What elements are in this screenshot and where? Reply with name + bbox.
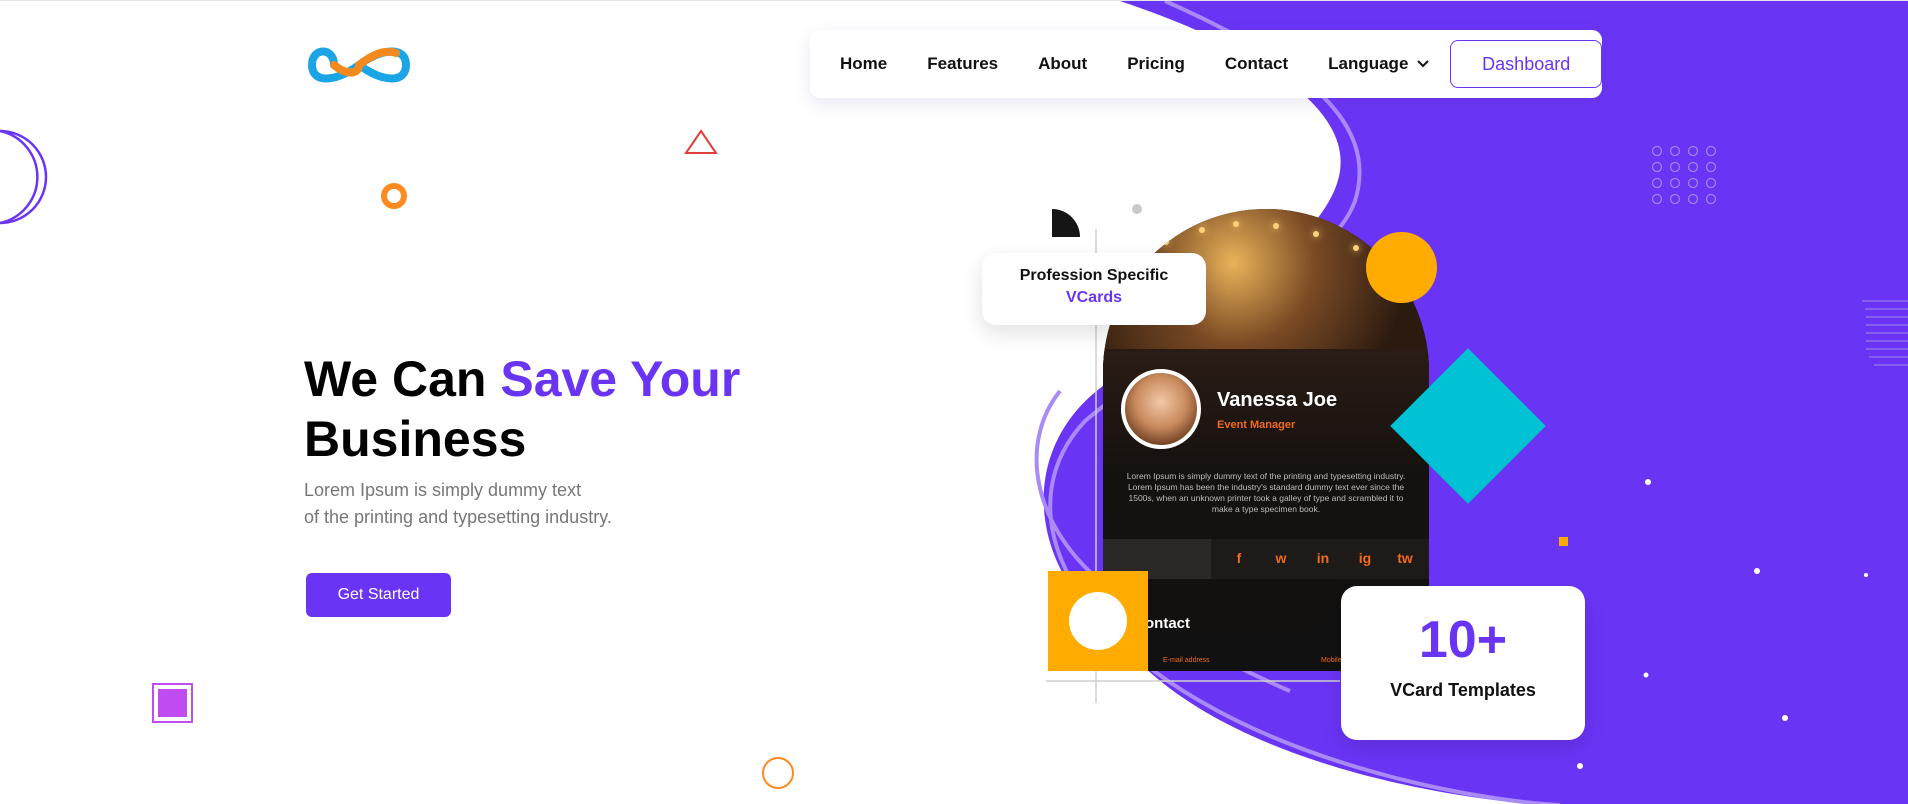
- hero-subtitle: Lorem Ipsum is simply dummy text of the …: [304, 477, 704, 531]
- infinity-logo-icon[interactable]: [304, 37, 414, 93]
- vcard-contact-heading: ontact: [1145, 615, 1190, 632]
- vcard-name: Vanessa Joe: [1217, 389, 1338, 411]
- facebook-icon[interactable]: f: [1230, 549, 1248, 567]
- language-label: Language: [1328, 54, 1409, 73]
- nav-item-about[interactable]: About: [1038, 54, 1087, 74]
- nav-item-home[interactable]: Home: [840, 54, 887, 74]
- vcard-description: Lorem Ipsum is simply dummy text of the …: [1126, 471, 1406, 514]
- orange-circle-decoration: [1366, 232, 1437, 303]
- hero-title-accent: Save Your: [500, 351, 741, 407]
- avatar: [1121, 369, 1201, 449]
- templates-card: 10+ VCard Templates: [1341, 586, 1585, 740]
- hero-subtitle-line1: Lorem Ipsum is simply dummy text: [304, 480, 582, 500]
- templates-count: 10+: [1418, 611, 1508, 669]
- main-navigation: Home Features About Pricing Contact Lang…: [810, 30, 1602, 98]
- vcard-role: Event Manager: [1217, 419, 1296, 431]
- chevron-down-icon: [1417, 60, 1430, 68]
- nav-item-contact[interactable]: Contact: [1225, 54, 1288, 74]
- language-dropdown[interactable]: Language: [1328, 54, 1430, 74]
- purple-background-shape: [0, 1, 1908, 804]
- dashboard-button[interactable]: Dashboard: [1450, 40, 1602, 88]
- white-circle-decoration: [1069, 592, 1127, 650]
- instagram-icon[interactable]: ig: [1356, 549, 1374, 567]
- templates-label: VCard Templates: [1390, 680, 1536, 700]
- nav-item-features[interactable]: Features: [927, 54, 998, 74]
- hero-subtitle-line2: of the printing and typesetting industry…: [304, 507, 612, 527]
- whatsapp-icon[interactable]: w: [1272, 549, 1290, 567]
- get-started-button[interactable]: Get Started: [306, 573, 451, 617]
- vcard-social-bar: f w in ig tw: [1103, 539, 1429, 579]
- vcard-email-label: E-mail address: [1163, 657, 1210, 664]
- nav-item-pricing[interactable]: Pricing: [1127, 54, 1185, 74]
- linkedin-icon[interactable]: in: [1314, 549, 1332, 567]
- hero-title: We Can Save Your Business: [304, 349, 740, 469]
- vcard-mobile-label: Mobile: [1321, 657, 1342, 664]
- profession-card-accent: VCards: [1065, 289, 1123, 306]
- twitter-icon[interactable]: tw: [1396, 549, 1414, 567]
- landing-page: Home Features About Pricing Contact Lang…: [0, 0, 1908, 804]
- profession-card-title: Profession Specific: [1019, 267, 1169, 284]
- hero-title-part1: We Can: [304, 351, 501, 407]
- profession-card: Profession Specific VCards: [982, 253, 1206, 325]
- hero-title-part2: Business: [304, 411, 527, 467]
